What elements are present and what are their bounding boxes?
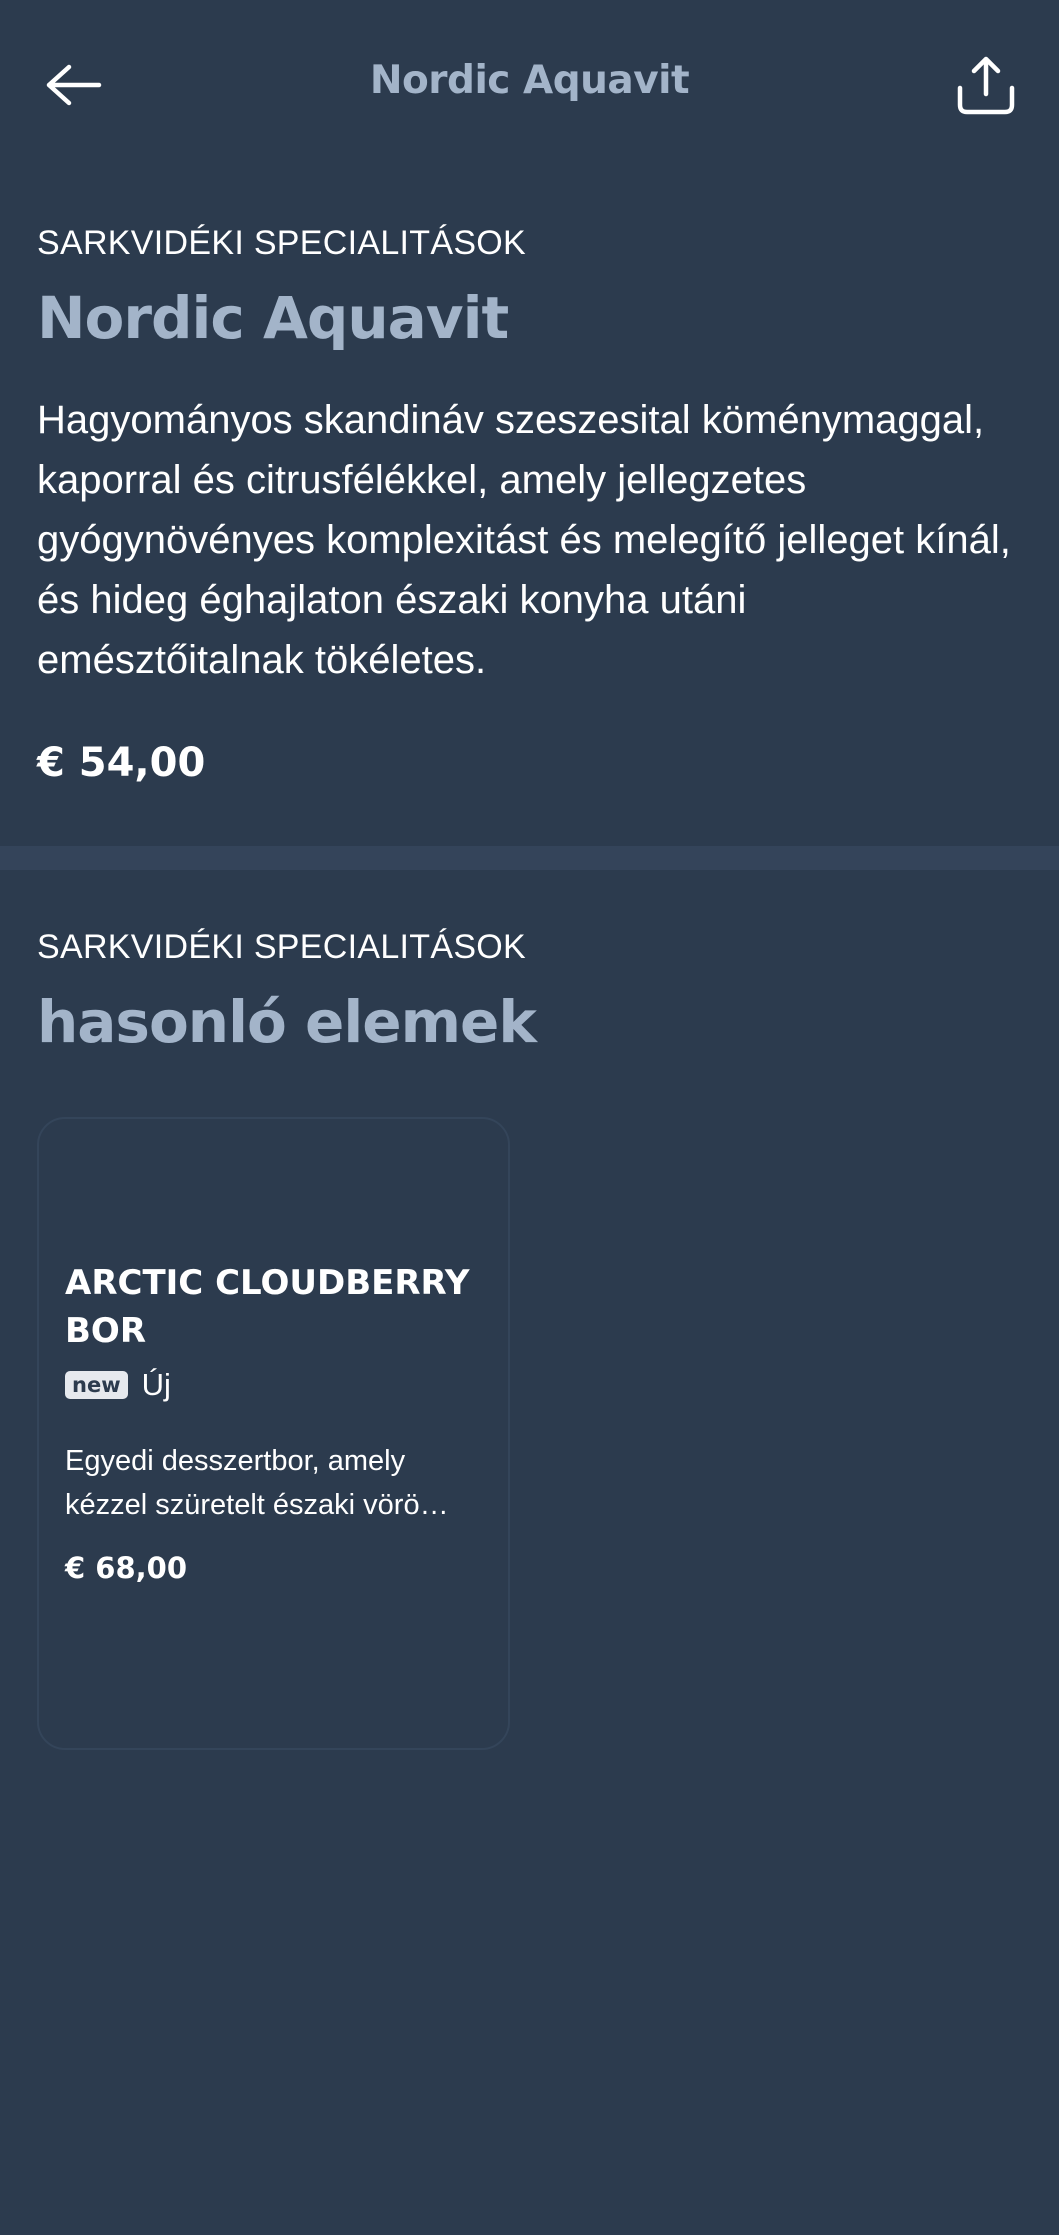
product-section: SARKVIDÉKI SPECIALITÁSOK Nordic Aquavit … [0, 168, 1059, 846]
product-price: € 54,00 [37, 740, 206, 786]
product-description: Hagyományos skandináv szeszesital kömény… [37, 398, 1011, 682]
similar-item-name: ARCTIC CLOUDBERRY BOR [65, 1263, 470, 1351]
new-badge-label: Új [141, 1367, 171, 1402]
similar-item-description: Egyedi desszertbor, amely kézzel szürete… [65, 1445, 449, 1521]
back-button[interactable] [30, 44, 116, 130]
similar-item-card[interactable]: ARCTIC CLOUDBERRY BOR new Új Egyedi dess… [37, 1117, 510, 1750]
similar-category: SARKVIDÉKI SPECIALITÁSOK [37, 928, 527, 966]
product-detail-screen: Nordic Aquavit SARKVIDÉKI SPECIALITÁSOK … [0, 0, 1059, 2235]
share-icon [955, 54, 1017, 121]
section-divider [0, 846, 1059, 870]
similar-items-heading: hasonló elemek [37, 988, 537, 1056]
similar-item-badge-row: new Új [65, 1367, 171, 1403]
arrow-left-icon [43, 63, 103, 112]
new-badge: new [65, 1371, 128, 1399]
share-button[interactable] [943, 44, 1029, 130]
top-app-bar: Nordic Aquavit [0, 0, 1059, 168]
page-title: Nordic Aquavit [369, 58, 690, 103]
product-category: SARKVIDÉKI SPECIALITÁSOK [37, 224, 527, 262]
product-name: Nordic Aquavit [37, 284, 509, 352]
similar-item-price: € 68,00 [65, 1551, 188, 1585]
